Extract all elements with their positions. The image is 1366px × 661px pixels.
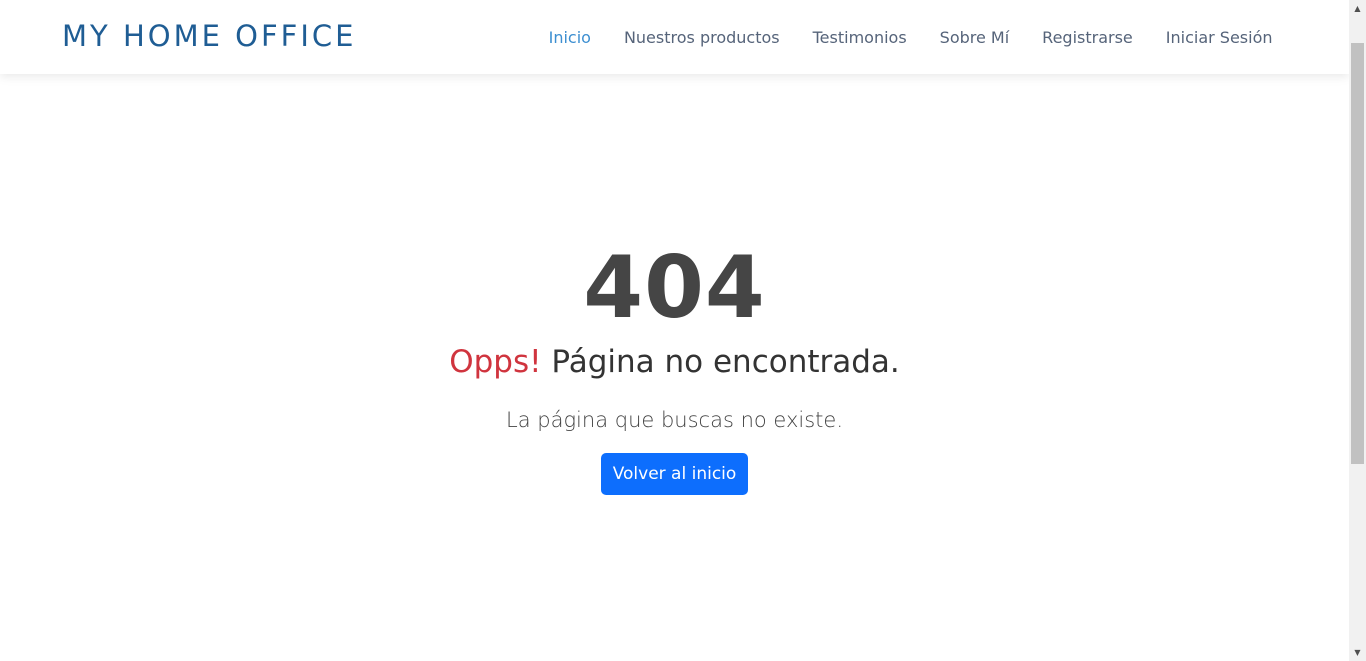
main-nav: Inicio Nuestros productos Testimonios So… xyxy=(532,0,1289,74)
navbar: MY HOME OFFICE Inicio Nuestros productos… xyxy=(0,0,1349,74)
triangle-down-icon[interactable]: ▼ xyxy=(1349,644,1366,661)
brand-logo[interactable]: MY HOME OFFICE xyxy=(62,18,356,54)
nav-link-nuestros-productos[interactable]: Nuestros productos xyxy=(607,28,796,47)
nav-link-inicio[interactable]: Inicio xyxy=(532,28,607,47)
back-home-button[interactable]: Volver al inicio xyxy=(601,453,748,495)
error-title: Opps! Página no encontrada. xyxy=(0,340,1349,384)
nav-link-sobre-mi[interactable]: Sobre Mí xyxy=(923,28,1026,47)
nav-item: Sobre Mí xyxy=(923,28,1026,47)
page: MY HOME OFFICE Inicio Nuestros productos… xyxy=(0,0,1366,661)
not-found-text: Página no encontrada. xyxy=(551,344,900,380)
scrollbar-thumb[interactable] xyxy=(1351,43,1364,464)
error-code: 404 xyxy=(583,238,766,338)
nav-item: Registrarse xyxy=(1026,28,1150,47)
nav-item: Testimonios xyxy=(796,28,923,47)
nav-link-iniciar-sesion[interactable]: Iniciar Sesión xyxy=(1149,28,1289,47)
oops-text: Opps! xyxy=(449,344,542,380)
nav-link-testimonios[interactable]: Testimonios xyxy=(796,28,923,47)
nav-item: Iniciar Sesión xyxy=(1149,28,1289,47)
vertical-scrollbar[interactable]: ▲ ▼ xyxy=(1349,0,1366,661)
error-section: 404 Opps! Página no encontrada. La págin… xyxy=(0,74,1349,661)
error-description: La página que buscas no existe. xyxy=(506,408,843,432)
nav-link-registrarse[interactable]: Registrarse xyxy=(1026,28,1150,47)
nav-item: Nuestros productos xyxy=(607,28,796,47)
nav-item: Inicio xyxy=(532,28,607,47)
triangle-up-icon[interactable]: ▲ xyxy=(1349,0,1366,17)
